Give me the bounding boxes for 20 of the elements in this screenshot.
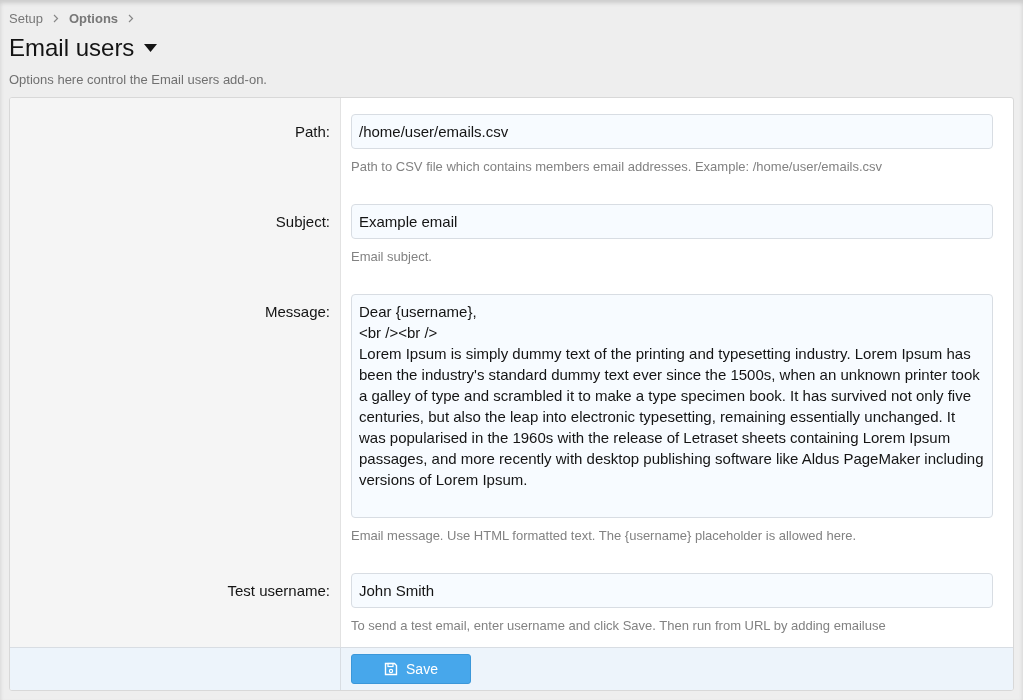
breadcrumb-link[interactable]: Setup (9, 11, 43, 26)
field-label: Message: (264, 303, 330, 320)
field-hint: Path to CSV file which contains members email addresses. Example: /home/user/emails.csv (351, 159, 884, 174)
field-label: Test username: (227, 582, 330, 599)
caret-icon[interactable] (144, 44, 158, 52)
input-field[interactable]: /home/user/emails.csv (351, 114, 993, 149)
message-textarea[interactable]: Dear {username}, <br /><br /> Lorem Ipsum is simply dummy text of the printing and typesetting industry. Lorem Ipsum has been the industry's standard dummy text ever since the 1500s, when an unknown printer took a galley of type and scrambled it to make a type specimen book. It has survived not only five centuries, but also the leap into electronic typesetting, remaining essentially unchanged. It was popularised in the 1960s with the release of Letraset sheets containing Lorem Ipsum passages, and more recently with desktop publishing software like Aldus PageMaker including versions of Lorem Ipsum. (351, 294, 993, 518)
chevron-icon (53, 14, 59, 23)
field-hint: Email message. Use HTML formatted text. The {username} placeholder is allowed here. (351, 528, 858, 543)
page-description: Options here control the Email users add-on. (8, 71, 268, 87)
input-field[interactable]: John Smith (351, 573, 993, 608)
input-field[interactable]: Example email (351, 204, 993, 239)
field-hint: Email subject. (351, 249, 433, 264)
save-icon (384, 662, 399, 676)
chevron-icon (128, 14, 135, 23)
field-label: Path: (294, 123, 330, 140)
field-label: Subject: (275, 213, 330, 230)
field-hint: To send a test email, enter username and click Save. Then run from URL by adding emailuse (351, 618, 887, 633)
page-title: Email users (9, 34, 135, 62)
breadcrumb-link[interactable]: Options (69, 11, 119, 26)
